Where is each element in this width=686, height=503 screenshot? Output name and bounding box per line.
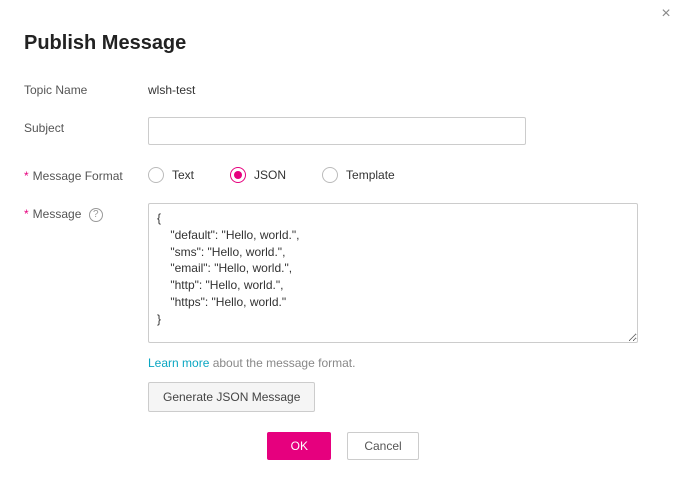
radio-format-json[interactable]: JSON (230, 167, 286, 183)
close-icon[interactable]: × (658, 6, 674, 22)
cancel-button[interactable]: Cancel (347, 432, 418, 460)
radio-label: JSON (254, 168, 286, 182)
radio-format-text[interactable]: Text (148, 167, 194, 183)
message-textarea[interactable] (148, 203, 638, 343)
label-message: *Message ? (24, 203, 148, 222)
publish-message-dialog: Publish Message Topic Name wlsh-test Sub… (0, 0, 686, 460)
radio-label: Template (346, 168, 395, 182)
dialog-title: Publish Message (24, 32, 662, 55)
ok-button[interactable]: OK (267, 432, 331, 460)
label-message-format: *Message Format (24, 165, 148, 183)
radio-label: Text (172, 168, 194, 182)
value-topic-name: wlsh-test (148, 79, 662, 97)
label-topic-name: Topic Name (24, 79, 148, 97)
help-icon[interactable]: ? (89, 208, 103, 222)
subject-input[interactable] (148, 117, 526, 145)
label-subject: Subject (24, 117, 148, 135)
radio-icon (322, 167, 338, 183)
radio-icon (230, 167, 246, 183)
learn-more-link[interactable]: Learn more (148, 356, 209, 370)
hint-text: Learn more about the message format. (148, 356, 662, 370)
generate-json-button[interactable]: Generate JSON Message (148, 382, 315, 412)
radio-format-template[interactable]: Template (322, 167, 395, 183)
radio-icon (148, 167, 164, 183)
